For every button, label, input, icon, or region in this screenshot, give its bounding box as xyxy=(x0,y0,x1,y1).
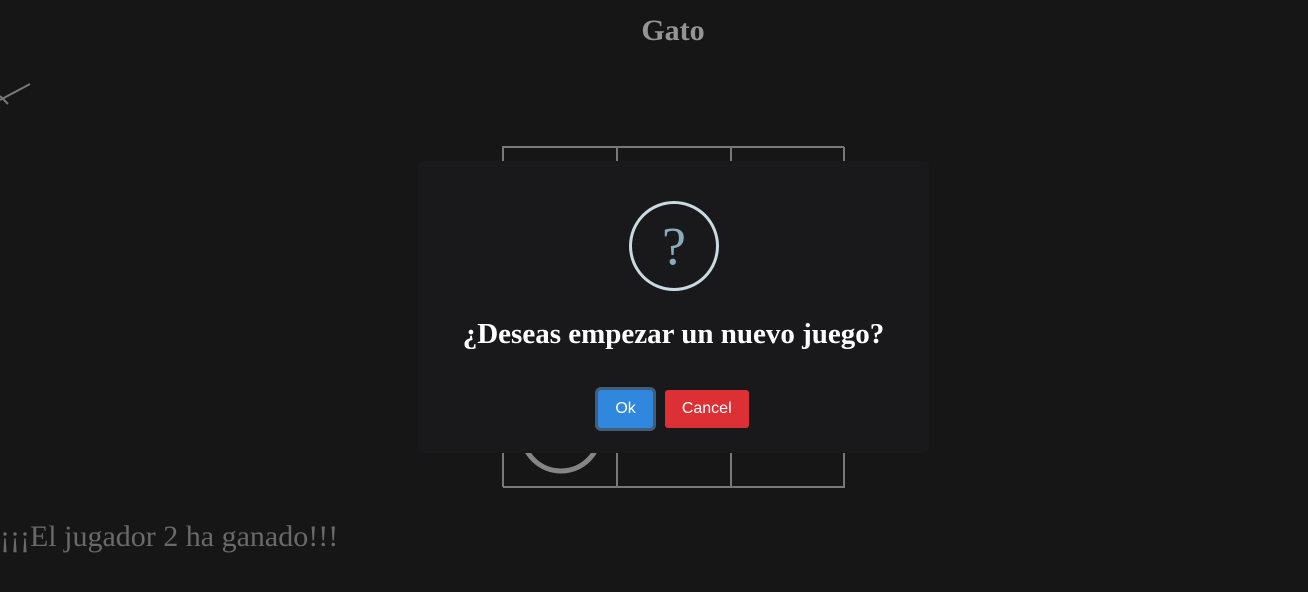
ok-button[interactable]: Ok xyxy=(598,390,653,428)
question-glyph: ? xyxy=(662,216,686,276)
game-page: Gato ¡¡¡El jugador 2 ha ganado!!! ? ¿Des… xyxy=(0,0,1308,592)
question-icon: ? xyxy=(629,201,719,291)
dialog-actions: Ok Cancel xyxy=(418,390,929,428)
dialog-title: ¿Deseas empezar un nuevo juego? xyxy=(462,318,885,350)
cancel-button[interactable]: Cancel xyxy=(664,390,749,428)
confirm-dialog: ? ¿Deseas empezar un nuevo juego? Ok Can… xyxy=(418,161,929,453)
